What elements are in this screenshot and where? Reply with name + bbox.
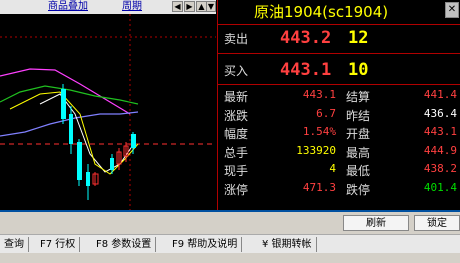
quote-label: 开盘: [346, 127, 371, 141]
quote-value: 443.1: [302, 88, 336, 101]
quote-value: 6.7: [316, 106, 336, 120]
kline-chart[interactable]: [0, 14, 216, 210]
divider: [218, 53, 460, 54]
quote-value: 443.1: [423, 125, 457, 138]
refresh-button[interactable]: 刷新: [343, 215, 409, 231]
fkey-settings[interactable]: F8 参数设置: [96, 237, 157, 252]
quote-label: 涨停: [224, 182, 249, 197]
quote-value: 1.54%: [302, 125, 336, 138]
function-key-bar: 查询 F7 行权 F8 参数设置 F9 帮助及说明 ¥ 银期转帐: [0, 234, 460, 254]
close-icon[interactable]: ✕: [445, 2, 459, 18]
quote-label: 最高: [346, 145, 371, 160]
bottom-strip: [0, 253, 460, 263]
scroll-left-icon[interactable]: ◀: [172, 1, 183, 12]
quote-title-bar: 原油1904(sc1904) ✕: [218, 0, 460, 24]
quote-label: 现手: [224, 164, 249, 178]
fkey-bank-transfer[interactable]: ¥ 银期转帐: [262, 237, 317, 252]
quote-label: 昨结: [346, 108, 371, 123]
scroll-right-icon[interactable]: ▶: [184, 1, 195, 12]
quote-value: 133920: [296, 143, 336, 157]
quote-value: 438.2: [423, 162, 457, 175]
quote-value: 436.4: [423, 106, 457, 120]
period-button[interactable]: 周期: [122, 0, 142, 14]
sell-price[interactable]: 443.2: [280, 28, 331, 48]
fkey-query[interactable]: 查询: [4, 237, 29, 252]
quote-label: 幅度: [224, 127, 249, 141]
lock-button[interactable]: 锁定: [414, 215, 460, 231]
quote-panel: 原油1904(sc1904) ✕ 卖出 443.2 12 买入 443.1 10…: [217, 0, 460, 210]
zoom-out-icon[interactable]: ▼: [206, 1, 216, 12]
quote-label: 跌停: [346, 182, 371, 197]
quote-label: 最低: [346, 164, 371, 178]
sell-volume: 12: [348, 28, 369, 48]
overlay-button[interactable]: 商品叠加: [48, 0, 88, 14]
fkey-help[interactable]: F9 帮助及说明: [172, 237, 243, 252]
quote-value: 401.4: [423, 180, 457, 194]
quote-label: 结算: [346, 90, 371, 104]
divider: [218, 84, 460, 85]
quote-value: 441.4: [423, 88, 457, 101]
kline-svg: [0, 14, 216, 210]
quote-value: 4: [329, 162, 336, 175]
quote-label: 总手: [224, 145, 249, 160]
fkey-exercise[interactable]: F7 行权: [40, 237, 81, 252]
buy-volume: 10: [348, 60, 369, 80]
divider: [218, 24, 460, 25]
buy-label: 买入: [224, 64, 249, 78]
action-bar: 刷新 锁定: [0, 210, 460, 234]
quote-value: 471.3: [302, 180, 336, 194]
quote-value: 444.9: [423, 143, 457, 157]
buy-price[interactable]: 443.1: [280, 60, 331, 80]
sell-label: 卖出: [224, 32, 249, 46]
chart-toolbar: 商品叠加 周期 ◀ ▶ ▲ ▼: [0, 0, 216, 14]
quote-label: 最新: [224, 90, 249, 104]
quote-label: 涨跌: [224, 108, 249, 123]
contract-title: 原油1904(sc1904): [254, 3, 389, 21]
